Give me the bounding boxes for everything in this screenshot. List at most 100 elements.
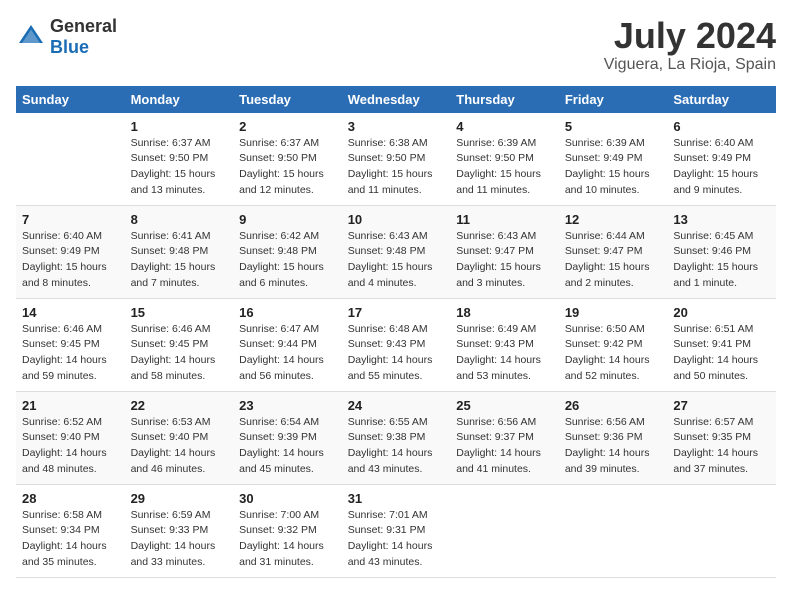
day-number: 1: [131, 119, 228, 134]
weekday-header-row: SundayMondayTuesdayWednesdayThursdayFrid…: [16, 86, 776, 113]
logo-blue: Blue: [50, 37, 89, 57]
calendar-cell: 14 Sunrise: 6:46 AMSunset: 9:45 PMDayligh…: [16, 298, 125, 391]
day-info: Sunrise: 6:39 AMSunset: 9:49 PMDaylight:…: [565, 136, 662, 199]
weekday-header-monday: Monday: [125, 86, 234, 113]
day-number: 22: [131, 398, 228, 413]
day-info: Sunrise: 6:50 AMSunset: 9:42 PMDaylight:…: [565, 322, 662, 385]
day-info: Sunrise: 6:58 AMSunset: 9:34 PMDaylight:…: [22, 508, 119, 571]
day-info: Sunrise: 6:52 AMSunset: 9:40 PMDaylight:…: [22, 415, 119, 478]
calendar-cell: 5 Sunrise: 6:39 AMSunset: 9:49 PMDaylight…: [559, 113, 668, 206]
day-info: Sunrise: 6:45 AMSunset: 9:46 PMDaylight:…: [673, 229, 770, 292]
day-info: Sunrise: 7:00 AMSunset: 9:32 PMDaylight:…: [239, 508, 336, 571]
calendar-cell: 29 Sunrise: 6:59 AMSunset: 9:33 PMDayligh…: [125, 484, 234, 577]
day-number: 15: [131, 305, 228, 320]
day-number: 29: [131, 491, 228, 506]
day-number: 20: [673, 305, 770, 320]
day-number: 16: [239, 305, 336, 320]
day-info: Sunrise: 6:38 AMSunset: 9:50 PMDaylight:…: [348, 136, 445, 199]
logo-icon: [16, 22, 46, 52]
day-info: Sunrise: 6:40 AMSunset: 9:49 PMDaylight:…: [22, 229, 119, 292]
calendar-cell: 13 Sunrise: 6:45 AMSunset: 9:46 PMDayligh…: [667, 205, 776, 298]
day-info: Sunrise: 7:01 AMSunset: 9:31 PMDaylight:…: [348, 508, 445, 571]
title-block: July 2024 Viguera, La Rioja, Spain: [604, 16, 776, 74]
day-number: 17: [348, 305, 445, 320]
calendar-cell: [16, 113, 125, 206]
weekday-header-wednesday: Wednesday: [342, 86, 451, 113]
day-number: 5: [565, 119, 662, 134]
page-subtitle: Viguera, La Rioja, Spain: [604, 56, 776, 74]
day-info: Sunrise: 6:55 AMSunset: 9:38 PMDaylight:…: [348, 415, 445, 478]
calendar-cell: 25Sunrise: 6:56 AMSunset: 9:37 PMDayligh…: [450, 391, 559, 484]
day-info: Sunrise: 6:54 AMSunset: 9:39 PMDaylight:…: [239, 415, 336, 478]
calendar-cell: 20Sunrise: 6:51 AMSunset: 9:41 PMDayligh…: [667, 298, 776, 391]
day-number: 10: [348, 212, 445, 227]
day-number: 27: [673, 398, 770, 413]
day-info: Sunrise: 6:53 AMSunset: 9:40 PMDaylight:…: [131, 415, 228, 478]
calendar-cell: 17 Sunrise: 6:48 AMSunset: 9:43 PMDayligh…: [342, 298, 451, 391]
page-title: July 2024: [604, 16, 776, 56]
day-info: Sunrise: 6:37 AMSunset: 9:50 PMDaylight:…: [131, 136, 228, 199]
calendar-cell: 10Sunrise: 6:43 AMSunset: 9:48 PMDayligh…: [342, 205, 451, 298]
calendar-cell: 22 Sunrise: 6:53 AMSunset: 9:40 PMDayligh…: [125, 391, 234, 484]
day-number: 14: [22, 305, 119, 320]
weekday-header-saturday: Saturday: [667, 86, 776, 113]
day-number: 21: [22, 398, 119, 413]
day-number: 23: [239, 398, 336, 413]
day-number: 12: [565, 212, 662, 227]
calendar-week-row: 28Sunrise: 6:58 AMSunset: 9:34 PMDayligh…: [16, 484, 776, 577]
calendar-week-row: 7 Sunrise: 6:40 AMSunset: 9:49 PMDaylight…: [16, 205, 776, 298]
weekday-header-sunday: Sunday: [16, 86, 125, 113]
day-info: Sunrise: 6:44 AMSunset: 9:47 PMDaylight:…: [565, 229, 662, 292]
day-info: Sunrise: 6:56 AMSunset: 9:37 PMDaylight:…: [456, 415, 553, 478]
day-info: Sunrise: 6:59 AMSunset: 9:33 PMDaylight:…: [131, 508, 228, 571]
calendar-cell: 21 Sunrise: 6:52 AMSunset: 9:40 PMDayligh…: [16, 391, 125, 484]
logo-general: General: [50, 16, 117, 36]
day-info: Sunrise: 6:47 AMSunset: 9:44 PMDaylight:…: [239, 322, 336, 385]
day-number: 9: [239, 212, 336, 227]
calendar-cell: 12 Sunrise: 6:44 AMSunset: 9:47 PMDayligh…: [559, 205, 668, 298]
calendar-cell: 24 Sunrise: 6:55 AMSunset: 9:38 PMDayligh…: [342, 391, 451, 484]
weekday-header-friday: Friday: [559, 86, 668, 113]
day-info: Sunrise: 6:41 AMSunset: 9:48 PMDaylight:…: [131, 229, 228, 292]
day-number: 6: [673, 119, 770, 134]
calendar-cell: [667, 484, 776, 577]
calendar-week-row: 21 Sunrise: 6:52 AMSunset: 9:40 PMDayligh…: [16, 391, 776, 484]
calendar-cell: 30Sunrise: 7:00 AMSunset: 9:32 PMDayligh…: [233, 484, 342, 577]
calendar-cell: 27 Sunrise: 6:57 AMSunset: 9:35 PMDayligh…: [667, 391, 776, 484]
calendar-cell: 8Sunrise: 6:41 AMSunset: 9:48 PMDaylight…: [125, 205, 234, 298]
day-number: 2: [239, 119, 336, 134]
calendar-week-row: 14 Sunrise: 6:46 AMSunset: 9:45 PMDayligh…: [16, 298, 776, 391]
calendar-cell: 16 Sunrise: 6:47 AMSunset: 9:44 PMDayligh…: [233, 298, 342, 391]
calendar-cell: [450, 484, 559, 577]
calendar-cell: 15Sunrise: 6:46 AMSunset: 9:45 PMDayligh…: [125, 298, 234, 391]
day-number: 4: [456, 119, 553, 134]
calendar-cell: 2Sunrise: 6:37 AMSunset: 9:50 PMDaylight…: [233, 113, 342, 206]
day-number: 3: [348, 119, 445, 134]
calendar-cell: 23 Sunrise: 6:54 AMSunset: 9:39 PMDayligh…: [233, 391, 342, 484]
day-number: 13: [673, 212, 770, 227]
weekday-header-thursday: Thursday: [450, 86, 559, 113]
calendar-table: SundayMondayTuesdayWednesdayThursdayFrid…: [16, 86, 776, 578]
day-info: Sunrise: 6:56 AMSunset: 9:36 PMDaylight:…: [565, 415, 662, 478]
day-number: 19: [565, 305, 662, 320]
day-info: Sunrise: 6:40 AMSunset: 9:49 PMDaylight:…: [673, 136, 770, 199]
calendar-cell: 3 Sunrise: 6:38 AMSunset: 9:50 PMDaylight…: [342, 113, 451, 206]
day-number: 31: [348, 491, 445, 506]
calendar-cell: 4Sunrise: 6:39 AMSunset: 9:50 PMDaylight…: [450, 113, 559, 206]
day-info: Sunrise: 6:57 AMSunset: 9:35 PMDaylight:…: [673, 415, 770, 478]
day-number: 26: [565, 398, 662, 413]
calendar-cell: 26 Sunrise: 6:56 AMSunset: 9:36 PMDayligh…: [559, 391, 668, 484]
calendar-cell: 31 Sunrise: 7:01 AMSunset: 9:31 PMDayligh…: [342, 484, 451, 577]
calendar-cell: [559, 484, 668, 577]
calendar-cell: 9Sunrise: 6:42 AMSunset: 9:48 PMDaylight…: [233, 205, 342, 298]
day-number: 7: [22, 212, 119, 227]
calendar-week-row: 1 Sunrise: 6:37 AMSunset: 9:50 PMDaylight…: [16, 113, 776, 206]
calendar-cell: 28Sunrise: 6:58 AMSunset: 9:34 PMDayligh…: [16, 484, 125, 577]
day-info: Sunrise: 6:46 AMSunset: 9:45 PMDaylight:…: [22, 322, 119, 385]
calendar-cell: 19 Sunrise: 6:50 AMSunset: 9:42 PMDayligh…: [559, 298, 668, 391]
day-info: Sunrise: 6:48 AMSunset: 9:43 PMDaylight:…: [348, 322, 445, 385]
day-number: 24: [348, 398, 445, 413]
day-info: Sunrise: 6:43 AMSunset: 9:47 PMDaylight:…: [456, 229, 553, 292]
calendar-cell: 7 Sunrise: 6:40 AMSunset: 9:49 PMDaylight…: [16, 205, 125, 298]
logo: General Blue: [16, 16, 117, 58]
